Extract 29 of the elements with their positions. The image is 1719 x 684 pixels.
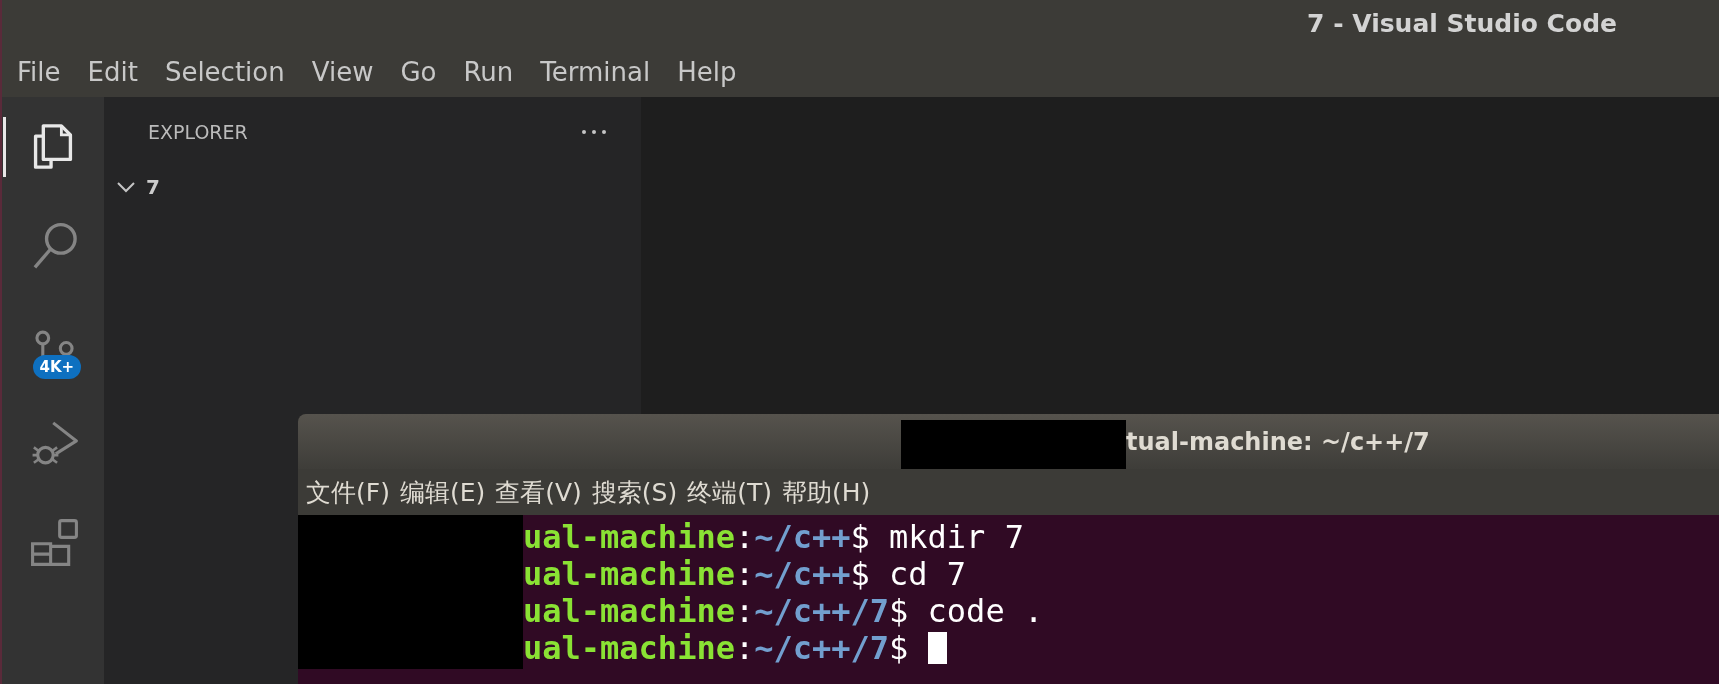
menu-item[interactable]: Selection: [162, 56, 287, 87]
menu-item[interactable]: Go: [398, 56, 439, 87]
menu-item[interactable]: File: [15, 56, 63, 87]
menu-item[interactable]: 编辑(E): [397, 475, 494, 509]
folder-name[interactable]: 7: [146, 175, 160, 199]
menu-item[interactable]: 查看(V): [493, 475, 590, 509]
files-icon: [33, 123, 73, 170]
menu-item[interactable]: 文件(F): [304, 475, 398, 509]
window-title: 7 - Visual Studio Code: [1307, 8, 1617, 38]
menu-item[interactable]: Run: [461, 56, 516, 87]
menu-item[interactable]: 终端(T): [685, 475, 780, 509]
window-title: tual-machine: ~/c++/7: [1126, 427, 1430, 456]
chevron-icon[interactable]: [116, 181, 136, 193]
menu-item[interactable]: Terminal: [538, 56, 653, 87]
count-badge: 4K+: [32, 354, 82, 379]
extensions-icon: [30, 518, 79, 567]
run-debug-icon: [30, 420, 79, 467]
menu-item[interactable]: 搜索(S): [589, 475, 686, 509]
terminal-line: ual-machine:~/c++/7$ code .: [523, 591, 1044, 630]
menu-item[interactable]: 帮助(H): [780, 475, 879, 509]
terminal-line: ual-machine:~/c++$ mkdir 7: [523, 517, 1024, 556]
terminal-line: ual-machine:~/c++/7$: [523, 628, 910, 667]
more-icon[interactable]: [581, 129, 607, 135]
terminal-line: ual-machine:~/c++$ cd 7: [523, 554, 967, 593]
panel-title: EXPLORER: [148, 121, 248, 143]
menu-item[interactable]: Edit: [85, 56, 140, 87]
menu-item[interactable]: View: [309, 56, 376, 87]
menu-item[interactable]: Help: [675, 56, 739, 87]
search-icon: [31, 221, 78, 270]
